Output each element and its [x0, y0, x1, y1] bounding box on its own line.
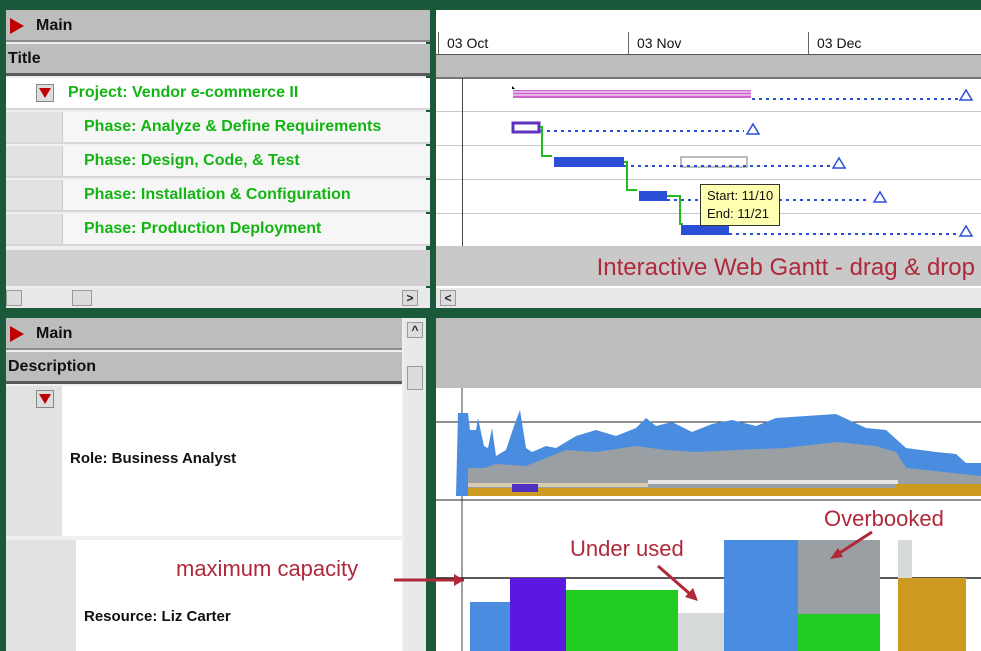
task-label: Phase: Analyze & Define Requirements [84, 118, 382, 135]
scroll-up-button[interactable]: ^ [407, 322, 423, 338]
main-group-header[interactable]: Main [6, 318, 402, 350]
row-indent [6, 386, 62, 536]
histogram-graphics [436, 388, 981, 651]
milestone-icon [831, 156, 847, 169]
milestone-icon [745, 122, 761, 135]
row-indent [6, 146, 63, 176]
description-column-header[interactable]: Description [6, 352, 402, 384]
scroll-left-button[interactable]: < [440, 290, 456, 306]
task-label: Phase: Production Deployment [84, 220, 322, 237]
phase-bar [681, 225, 729, 235]
scroll-thumb[interactable] [72, 290, 92, 306]
collapse-arrow-icon[interactable] [10, 326, 24, 342]
task-row-phase[interactable]: Phase: Design, Code, & Test [6, 146, 430, 178]
under-used-annotation: Under used [570, 536, 684, 561]
row-indent [6, 112, 63, 142]
max-capacity-arrow-stub [394, 578, 464, 582]
role-band [648, 480, 898, 484]
window-top-strip [0, 0, 981, 8]
task-label: Phase: Installation & Configuration [84, 186, 351, 203]
phase-bar [554, 157, 624, 167]
tooltip-start: Start: 11/10 [707, 188, 774, 203]
tooltip-end: End: 11/21 [707, 206, 769, 221]
banner-text: Interactive Web Gantt - drag & drop [596, 254, 975, 281]
task-row-project[interactable]: Project: Vendor e-commerce II [6, 78, 430, 110]
title-column-header[interactable]: Title [6, 44, 430, 76]
scroll-left-button[interactable] [6, 290, 22, 306]
task-row-phase[interactable]: Phase: Analyze & Define Requirements [6, 112, 430, 144]
main-group-header[interactable]: Main [6, 10, 430, 42]
milestone-icon [958, 224, 974, 237]
role-label: Role: Business Analyst [70, 450, 237, 467]
row-indent [6, 540, 76, 651]
phase-bar [511, 121, 541, 134]
gantt-banner: Interactive Web Gantt - drag & drop [436, 246, 981, 286]
description-column-label: Description [8, 358, 97, 375]
resource-label: Resource: Liz Carter [84, 608, 231, 625]
resource-bar [470, 602, 510, 651]
task-label: Project: Vendor e-commerce II [68, 84, 299, 101]
gantt-chart-panel[interactable]: 03 Oct 03 Nov 03 Dec Start: 11/10 End: 1… [436, 10, 981, 308]
dependency-link [540, 126, 552, 157]
task-row-phase[interactable]: Phase: Production Deployment [6, 214, 430, 246]
resource-bar [678, 613, 724, 651]
resource-bar [898, 540, 912, 578]
vertical-scrollbar[interactable]: ^ [404, 318, 426, 651]
milestone-icon [872, 190, 888, 203]
main-group-label: Main [36, 325, 73, 342]
resource-bar [566, 590, 678, 651]
empty-grid-area [6, 250, 430, 286]
horizontal-scrollbar[interactable]: > [6, 288, 430, 308]
scroll-right-button[interactable]: > [402, 290, 418, 306]
gantt-horizontal-scrollbar[interactable]: < [436, 288, 981, 308]
expand-down-icon[interactable] [36, 84, 54, 102]
milestone-icon [958, 88, 974, 101]
role-band [468, 483, 648, 487]
project-bar [513, 90, 751, 98]
task-label: Phase: Design, Code, & Test [84, 152, 300, 169]
task-grid-panel: Main Title Project: Vendor e-commerce II… [6, 10, 430, 308]
project-start-marker [512, 86, 515, 89]
bar-tooltip: Start: 11/10 End: 11/21 [700, 184, 781, 226]
role-usage-purple [512, 484, 538, 492]
row-indent [6, 214, 63, 244]
main-group-label: Main [36, 17, 73, 34]
expand-cell [36, 390, 54, 408]
phase-bar [639, 191, 667, 201]
resource-bar [898, 578, 966, 651]
resource-histogram-panel[interactable]: Under used Overbooked [436, 318, 981, 651]
role-row[interactable]: Role: Business Analyst [6, 386, 402, 536]
collapse-arrow-icon[interactable] [10, 18, 24, 34]
resource-bar [798, 614, 880, 651]
scroll-thumb[interactable] [407, 366, 423, 390]
expand-down-icon[interactable] [36, 390, 54, 408]
task-row-phase[interactable]: Phase: Installation & Configuration [6, 180, 430, 212]
overbooked-annotation: Overbooked [824, 506, 944, 531]
max-capacity-annotation: maximum capacity [176, 556, 359, 581]
resource-grid-panel: Main Description Role: Business Analyst … [6, 318, 426, 651]
resource-bar [724, 540, 798, 651]
resource-bar [510, 578, 566, 651]
underused-arrow [657, 564, 691, 596]
role-usage-gold [896, 484, 981, 496]
row-indent [6, 180, 63, 210]
title-column-label: Title [8, 50, 41, 67]
